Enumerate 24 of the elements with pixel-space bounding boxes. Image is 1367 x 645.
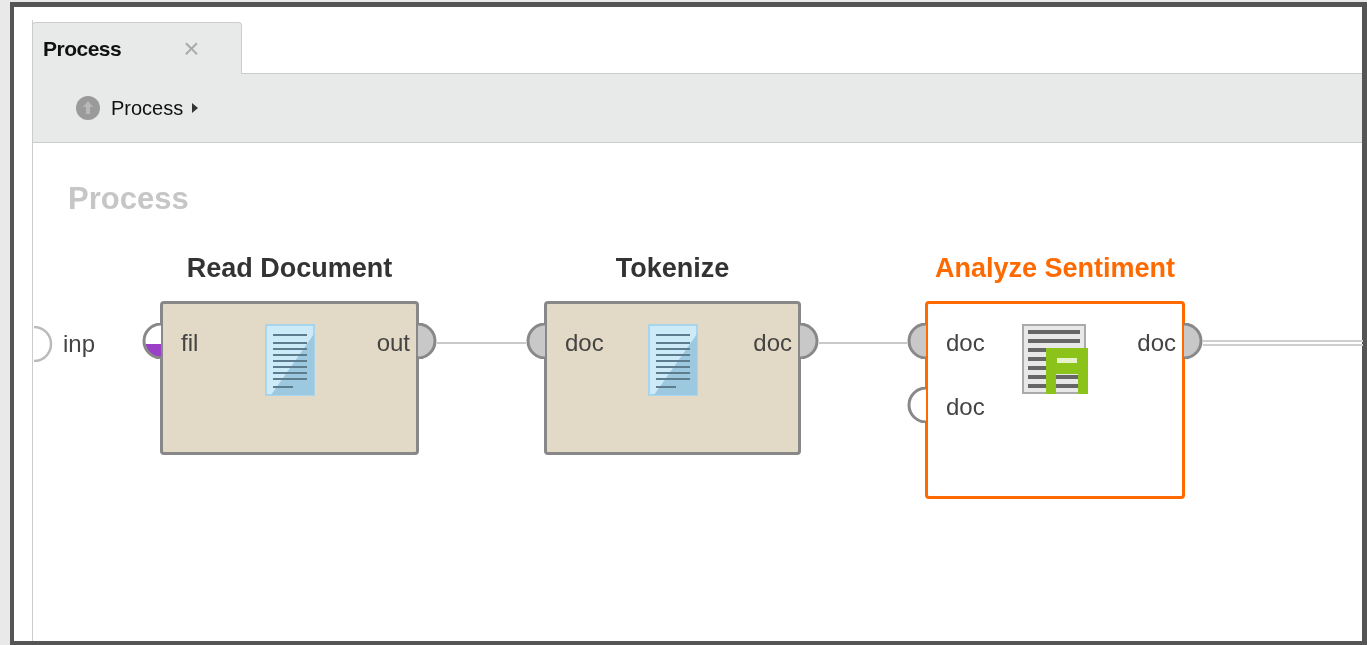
- document-icon: [264, 324, 315, 396]
- port-label: doc: [946, 394, 985, 420]
- breadcrumb-link[interactable]: Process: [111, 96, 184, 120]
- operator-box[interactable]: doc doc: [544, 301, 801, 455]
- port-label: doc: [1137, 330, 1176, 356]
- caret-icon: [191, 102, 200, 114]
- connection-line[interactable]: [1202, 340, 1363, 346]
- port-label: doc: [565, 330, 604, 356]
- port-label: doc: [946, 330, 985, 356]
- port-label: inp: [63, 330, 96, 358]
- operator-title: Analyze Sentiment: [934, 253, 1176, 285]
- process-tab[interactable]: Process ×: [32, 22, 242, 74]
- process-title: Process: [68, 181, 189, 217]
- operator-box[interactable]: doc doc doc: [925, 301, 1185, 499]
- document-icon: [647, 324, 698, 396]
- operator-box[interactable]: fil out: [160, 301, 419, 455]
- table-chart-icon: [1022, 324, 1088, 394]
- operator-title: Tokenize: [615, 253, 730, 285]
- port-label: out: [376, 330, 410, 356]
- operator-title: Read Document: [186, 253, 393, 285]
- port-label: fil: [181, 330, 199, 356]
- port-label: doc: [753, 330, 792, 356]
- connection-line[interactable]: [436, 342, 527, 344]
- connection-line[interactable]: [818, 342, 908, 344]
